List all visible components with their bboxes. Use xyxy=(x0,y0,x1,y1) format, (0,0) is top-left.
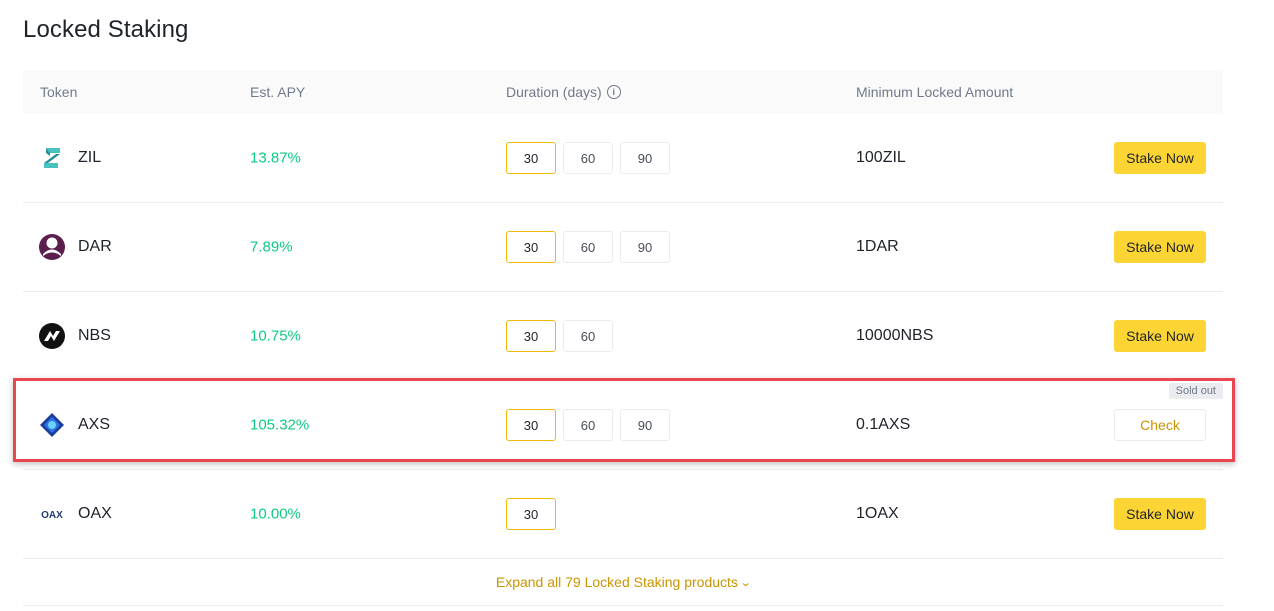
duration-option[interactable]: 30 xyxy=(506,320,556,352)
min-amount: 0.1AXS xyxy=(856,416,911,433)
token-cell: ZIL xyxy=(38,144,101,172)
duration-options: 30 60 90 xyxy=(506,231,670,263)
nbs-icon xyxy=(39,323,65,349)
duration-options: 30 xyxy=(506,498,556,530)
staking-table: Token Est. APY Duration (days) i Minimum… xyxy=(23,70,1223,606)
header-apy: Est. APY xyxy=(250,84,306,100)
duration-option[interactable]: 60 xyxy=(563,320,613,352)
header-duration-label: Duration (days) xyxy=(506,84,602,100)
expand-all-label: Expand all 79 Locked Staking products xyxy=(495,574,738,590)
duration-option[interactable]: 30 xyxy=(506,498,556,530)
token-cell: OAX OAX xyxy=(38,500,112,528)
min-amount: 1DAR xyxy=(856,238,899,255)
action-cell: Check xyxy=(1114,409,1206,441)
min-amount: 100ZIL xyxy=(856,149,906,166)
check-button[interactable]: Check xyxy=(1114,409,1206,441)
zil-icon xyxy=(44,148,60,168)
token-cell: NBS xyxy=(38,322,111,350)
duration-option[interactable]: 30 xyxy=(506,409,556,441)
action-cell: Stake Now xyxy=(1114,320,1206,352)
token-cell: AXS xyxy=(38,411,110,439)
duration-option[interactable]: 60 xyxy=(563,231,613,263)
header-token: Token xyxy=(40,84,78,100)
token-name: NBS xyxy=(78,327,111,344)
token-name: AXS xyxy=(78,416,111,433)
apy-value: 13.87% xyxy=(250,149,301,167)
page: Locked Staking Token Est. APY Duration (… xyxy=(0,0,1274,611)
min-amount: 1OAX xyxy=(856,505,899,522)
svg-text:OAX: OAX xyxy=(41,510,63,521)
token-name: OAX xyxy=(78,505,112,522)
duration-options: 30 60 xyxy=(506,320,613,352)
table-row: NBS 10.75% 30 60 10000NBS Stake Now xyxy=(23,292,1223,381)
stake-now-button[interactable]: Stake Now xyxy=(1114,320,1206,352)
chevron-down-icon: ⌄ xyxy=(739,576,752,589)
apy-value: 10.75% xyxy=(250,327,301,345)
duration-option[interactable]: 90 xyxy=(620,142,670,174)
dar-icon xyxy=(39,234,65,260)
duration-option[interactable]: 30 xyxy=(506,142,556,174)
stake-now-button[interactable]: Stake Now xyxy=(1114,498,1206,530)
action-cell: Stake Now xyxy=(1114,142,1206,174)
apy-value: 105.32% xyxy=(250,416,310,434)
action-cell: Stake Now xyxy=(1114,498,1206,530)
token-name: ZIL xyxy=(78,149,102,166)
oax-icon: OAX xyxy=(41,510,63,521)
min-amount: 10000NBS xyxy=(856,327,934,344)
table-header: Token Est. APY Duration (days) i Minimum… xyxy=(23,70,1223,114)
table-row: AXS 105.32% 30 60 90 0.1AXS Sold out Che… xyxy=(23,381,1223,470)
table-row: ZIL 13.87% 30 60 90 100ZIL Stake Now xyxy=(23,114,1223,203)
sold-out-badge: Sold out xyxy=(1168,383,1223,399)
stake-now-button[interactable]: Stake Now xyxy=(1114,142,1206,174)
page-title: Locked Staking xyxy=(23,16,189,43)
duration-option[interactable]: 60 xyxy=(563,142,613,174)
header-min-amount: Minimum Locked Amount xyxy=(856,84,1014,100)
table-row: DAR 7.89% 30 60 90 1DAR Stake Now xyxy=(23,203,1223,292)
table-row: OAX OAX 10.00% 30 1OAX Stake Now xyxy=(23,470,1223,559)
apy-value: 10.00% xyxy=(250,505,301,523)
duration-option[interactable]: 30 xyxy=(506,231,556,263)
duration-option[interactable]: 60 xyxy=(563,409,613,441)
duration-options: 30 60 90 xyxy=(506,142,670,174)
axs-icon xyxy=(40,413,64,437)
duration-options: 30 60 90 xyxy=(506,409,670,441)
duration-option[interactable]: 90 xyxy=(620,409,670,441)
duration-option[interactable]: 90 xyxy=(620,231,670,263)
apy-value: 7.89% xyxy=(250,238,293,256)
token-cell: DAR xyxy=(38,233,112,261)
expand-all-link[interactable]: Expand all 79 Locked Staking products ⌄ xyxy=(23,559,1223,606)
token-name: DAR xyxy=(78,238,112,255)
action-cell: Stake Now xyxy=(1114,231,1206,263)
info-icon[interactable]: i xyxy=(606,85,621,99)
header-duration: Duration (days) i xyxy=(506,84,621,100)
stake-now-button[interactable]: Stake Now xyxy=(1114,231,1206,263)
